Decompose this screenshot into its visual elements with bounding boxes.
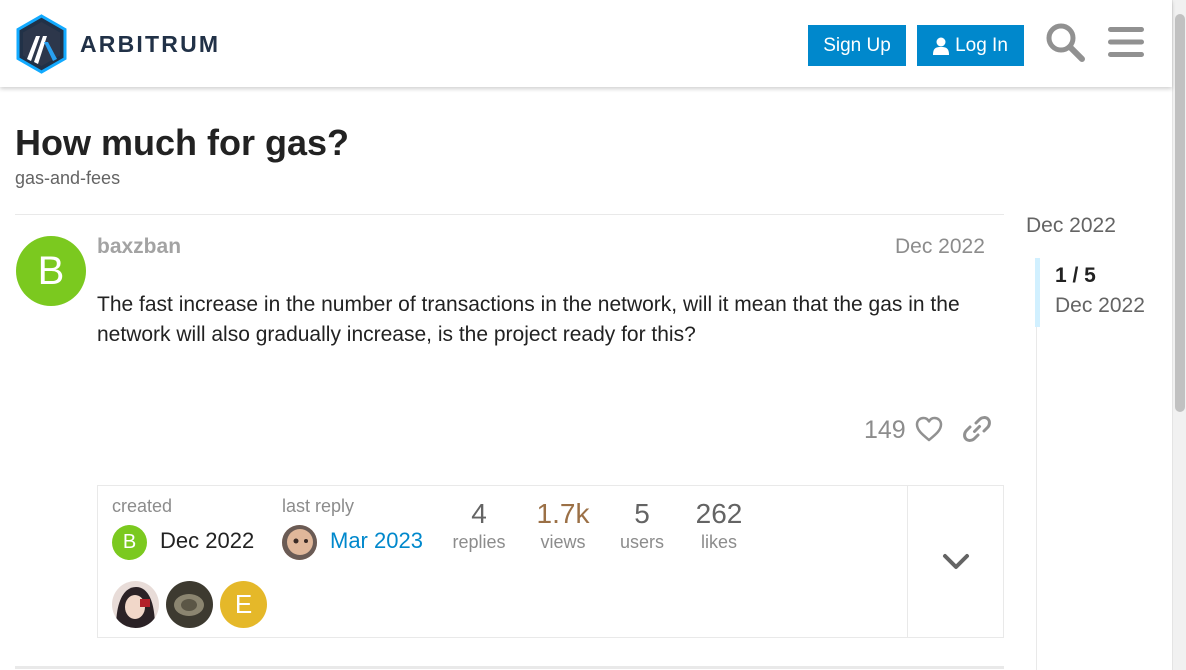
last-reply-date[interactable]: Mar 2023 (330, 528, 423, 554)
stat-views-label: views (540, 532, 586, 552)
stat-likes-label: likes (700, 532, 737, 552)
post-date[interactable]: Dec 2022 (895, 235, 985, 259)
search-icon (1046, 23, 1085, 62)
logo-wordmark: ARBITRUM (80, 30, 221, 57)
stat-users-label: users (619, 532, 664, 552)
stat-replies-label: replies (452, 532, 506, 552)
site-logo[interactable]: ARBITRUM (15, 14, 220, 74)
like-count[interactable]: 149 (864, 416, 906, 445)
topic-map: created B Dec 2022 last reply Mar 2023 4… (97, 485, 1004, 638)
sign-up-button[interactable]: Sign Up (808, 25, 906, 66)
log-in-label: Log In (955, 34, 1008, 56)
next-post-divider (15, 666, 1004, 669)
avatar-image-icon (166, 581, 213, 628)
expand-topic-map-button[interactable] (936, 546, 976, 578)
created-avatar[interactable]: B (112, 525, 147, 560)
timeline-handle[interactable] (1035, 258, 1040, 327)
timeline-position: 1 / 5 (1055, 264, 1096, 287)
avatar-image-icon (112, 581, 159, 628)
menu-icon (1108, 27, 1144, 57)
stat-likes-value: 262 (695, 498, 743, 529)
timeline-position-date: Dec 2022 (1055, 294, 1145, 317)
arbitrum-logo-icon (16, 14, 67, 74)
stat-replies-value: 4 (471, 498, 487, 529)
heart-icon[interactable] (914, 414, 944, 444)
stat-likes: 262 likes (690, 498, 748, 553)
post-author-avatar[interactable]: B (16, 236, 86, 306)
user-icon (933, 37, 950, 55)
page-scrollbar[interactable] (1172, 0, 1186, 670)
link-icon[interactable] (962, 414, 992, 444)
topic-tag[interactable]: gas-and-fees (15, 168, 120, 189)
post-divider (15, 214, 1004, 215)
participant-avatar[interactable]: E (220, 581, 267, 628)
timeline-start-date[interactable]: Dec 2022 (1026, 214, 1116, 238)
participant-avatar[interactable] (166, 581, 213, 628)
stat-replies: 4 replies (450, 498, 508, 553)
stat-users-value: 5 (634, 498, 650, 529)
created-date: Dec 2022 (160, 528, 255, 553)
log-in-button[interactable]: Log In (917, 25, 1024, 66)
stat-views: 1.7k views (530, 498, 596, 553)
stat-views-value: 1.7k (536, 498, 590, 529)
topic-title: How much for gas? (15, 122, 350, 163)
last-reply-avatar[interactable] (282, 525, 317, 560)
chevron-down-icon (943, 554, 969, 569)
avatar-image-icon (282, 525, 317, 560)
search-button[interactable] (1043, 20, 1087, 64)
last-reply-label: last reply (282, 496, 355, 516)
hamburger-menu-button[interactable] (1104, 20, 1148, 64)
post-username[interactable]: baxzban (97, 235, 181, 259)
stat-users: 5 users (616, 498, 668, 553)
site-header: ARBITRUM Sign Up Log In (0, 0, 1172, 87)
topic-map-divider (907, 486, 908, 637)
participant-avatar[interactable] (112, 581, 159, 628)
created-label: created (112, 496, 173, 516)
post-body: The fast increase in the number of trans… (97, 293, 960, 346)
scrollbar-thumb[interactable] (1175, 14, 1185, 412)
